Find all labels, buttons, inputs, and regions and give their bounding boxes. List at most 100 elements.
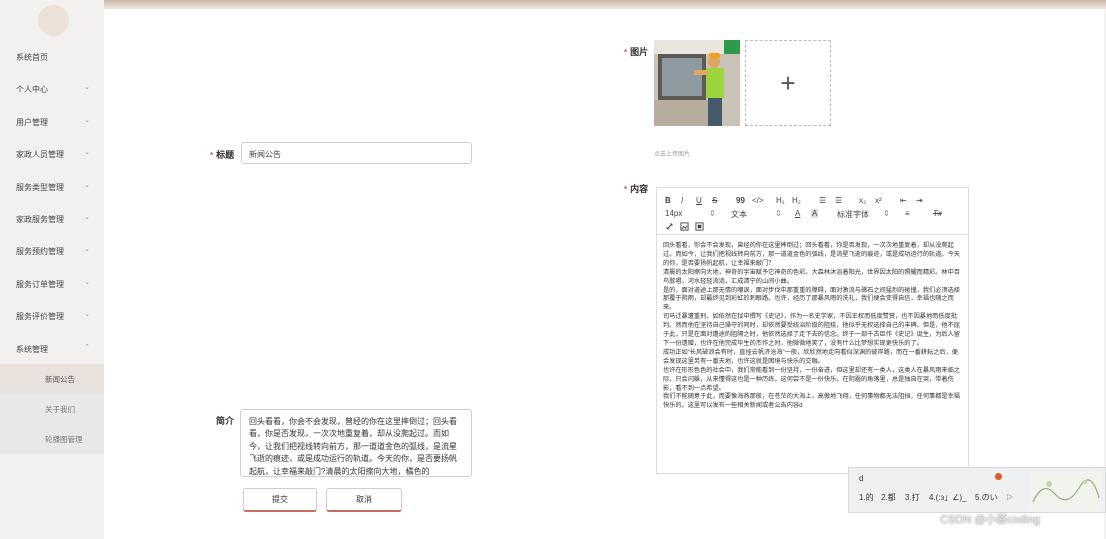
menu-label: 服务预约管理	[16, 247, 64, 256]
ime-candidate[interactable]: 1.的	[859, 492, 874, 503]
required-mark: *	[624, 185, 628, 194]
chevron-down-icon: ⌄	[84, 279, 90, 286]
menu-order-management[interactable]: 服务订单管理 ⌄	[0, 268, 104, 300]
summary-textarea[interactable]: 回头看看，你会不会发现，曾经的你在这里摔倒过；回头看看，你是否发现，一次次地重复…	[240, 409, 472, 477]
menu-label: 家政服务管理	[16, 215, 64, 224]
menu-service-type-management[interactable]: 服务类型管理 ⌄	[0, 171, 104, 203]
chevron-down-icon: ⌄	[84, 149, 90, 156]
menu-label: 服务类型管理	[16, 183, 64, 192]
superscript-button[interactable]: x²	[875, 196, 882, 205]
menu-system-management[interactable]: 系统管理 ⌃	[0, 333, 104, 365]
chevron-updown-icon: ⇕	[883, 209, 890, 218]
editor-content[interactable]: 回头看看，你会不会发现，曾经的你在这里摔倒过；回头看看，你是否发现，一次次地重复…	[663, 242, 961, 411]
chevron-down-icon: ⌄	[84, 214, 90, 221]
image-icon[interactable]	[680, 222, 689, 231]
submenu-label: 新闻公告	[45, 375, 75, 384]
add-image-button[interactable]: +	[745, 40, 831, 126]
chevron-down-icon: ⌄	[84, 117, 90, 124]
subscript-button[interactable]: x₂	[859, 196, 866, 205]
align-icon[interactable]: ≡	[905, 209, 910, 218]
rich-text-editor[interactable]: B I U S 99 </> H₁ H₂ ☰ ☰ x₂ x² ⇤ ⇥ 14px …	[656, 187, 969, 474]
chevron-up-icon: ⌃	[84, 344, 90, 351]
ime-logo-icon	[995, 473, 1002, 480]
underline-button[interactable]: U	[696, 196, 702, 205]
chevron-updown-icon: ⇕	[775, 209, 782, 218]
menu-label: 服务评价管理	[16, 312, 64, 321]
chevron-down-icon: ⌄	[84, 246, 90, 253]
font-color-button[interactable]: A	[795, 209, 800, 218]
menu-label: 服务订单管理	[16, 280, 64, 289]
chevron-down-icon: ⌄	[84, 182, 90, 189]
bullet-list-icon[interactable]: ☰	[835, 196, 842, 205]
italic-button[interactable]: I	[681, 196, 683, 205]
submit-button[interactable]: 提交	[243, 488, 317, 512]
submenu-about-us[interactable]: 关于我们	[0, 394, 104, 424]
content-paragraph: 回头看看，你会不会发现，曾经的你在这里摔倒过；回头看看，你是否发现，一次次地重复…	[663, 242, 960, 267]
ordered-list-icon[interactable]: ☰	[819, 196, 826, 205]
ime-candidate[interactable]: 2.都	[881, 492, 896, 503]
bold-button[interactable]: B	[665, 196, 671, 205]
chevron-down-icon: ⌄	[84, 311, 90, 318]
menu-booking-management[interactable]: 服务预约管理 ⌄	[0, 235, 104, 267]
submenu-label: 轮播图管理	[45, 435, 83, 444]
font-family-select[interactable]: 标准字体	[837, 209, 869, 220]
heading-select[interactable]: 文本	[731, 209, 747, 220]
clear-format-button[interactable]: Tx	[933, 209, 942, 218]
ime-candidate[interactable]: 4.(:з」∠)_	[929, 492, 967, 503]
font-size-select[interactable]: 14px	[665, 209, 682, 218]
video-icon[interactable]	[695, 222, 704, 231]
menu-review-management[interactable]: 服务评价管理 ⌄	[0, 300, 104, 332]
code-button[interactable]: </>	[752, 196, 764, 205]
ime-candidate[interactable]: 5.のい	[975, 492, 998, 503]
cancel-button[interactable]: 取消	[326, 488, 402, 512]
ime-candidate-window: d 1.的 2.都 3.打 4.(:з」∠)_ 5.のい ▷	[848, 467, 1106, 513]
uploaded-image[interactable]	[654, 40, 740, 126]
background-color-button[interactable]: A	[811, 209, 819, 218]
menu-personal-center[interactable]: 个人中心 ⌄	[0, 73, 104, 105]
summary-label: 简介	[216, 416, 235, 426]
editor-toolbar: B I U S 99 </> H₁ H₂ ☰ ☰ x₂ x² ⇤ ⇥ 14px …	[657, 188, 968, 235]
content-label: * 内容	[624, 184, 649, 194]
h1-button[interactable]: H₁	[776, 196, 784, 205]
required-mark: *	[624, 48, 628, 57]
ime-input-text: d	[859, 474, 864, 483]
menu-user-management[interactable]: 用户管理 ⌄	[0, 106, 104, 138]
worker-photo-icon	[654, 40, 740, 126]
strike-button[interactable]: S	[712, 196, 717, 205]
content-paragraph: 也许在形形色色的社会中，我们常能看到一份坚持，一份奋进，但这里却还有一类人，这类…	[663, 366, 960, 392]
content-paragraph: 我们不能随意于此，而要像海燕那般，在苍茫的大海上，高傲地飞翔，任何事物都无法阻挡…	[663, 393, 960, 410]
menu-housekeeper-management[interactable]: 家政人员管理 ⌄	[0, 138, 104, 170]
ime-next-page-icon[interactable]: ▷	[1007, 492, 1013, 501]
link-icon[interactable]	[665, 222, 674, 231]
ime-skin-decoration	[1029, 472, 1101, 510]
submenu-news[interactable]: 新闻公告	[0, 364, 104, 394]
title-input[interactable]: 新闻公告	[241, 142, 472, 164]
upload-hint: 点击上传图片	[654, 152, 691, 158]
image-label: * 图片	[624, 47, 649, 57]
indent-icon[interactable]: ⇥	[916, 196, 923, 205]
chevron-down-icon: ⌄	[84, 84, 90, 91]
menu-label: 系统管理	[16, 345, 48, 354]
submenu-carousel[interactable]: 轮播图管理	[0, 424, 104, 454]
plus-icon: +	[780, 67, 796, 98]
menu-home[interactable]: 系统首页	[0, 41, 104, 73]
ime-candidate[interactable]: 3.打	[905, 492, 920, 503]
sidebar: 系统首页 个人中心 ⌄ 用户管理 ⌄ 家政人员管理 ⌄ 服务类型管理 ⌄ 家政服务管理 ⌄…	[0, 0, 105, 539]
watermark: CSDN @小蔡coding	[940, 514, 1040, 526]
menu-label: 家政人员管理	[16, 150, 64, 159]
outdent-icon[interactable]: ⇤	[900, 196, 907, 205]
content-paragraph: 是的，面对道途上那无情的嘲讽，面对步伐中那重重的障碍，面对激流与礁石之间猛烈的碰…	[663, 286, 960, 312]
title-label: * 标题	[210, 150, 235, 160]
avatar[interactable]	[38, 5, 69, 36]
menu-label: 个人中心	[16, 85, 48, 94]
h2-button[interactable]: H₂	[792, 196, 801, 205]
submenu-label: 关于我们	[45, 405, 75, 414]
content-paragraph: 清晨的太阳擦向大地，神奇的宇宙赋予它神奇的色彩。大森林沐浴着阳光，世界因太阳的照…	[663, 268, 960, 285]
quote-button[interactable]: 99	[736, 196, 745, 205]
chevron-updown-icon: ⇕	[709, 209, 716, 218]
content-paragraph: 成功正如“长风破浪会有时，直挂云帆济沧海”一般，欣欣然地走向看似深渊的彼岸路，而…	[663, 348, 958, 365]
required-mark: *	[210, 151, 214, 160]
top-bar	[104, 0, 1106, 9]
menu-housekeeping-service-management[interactable]: 家政服务管理 ⌄	[0, 203, 104, 235]
menu-label: 用户管理	[16, 118, 48, 127]
